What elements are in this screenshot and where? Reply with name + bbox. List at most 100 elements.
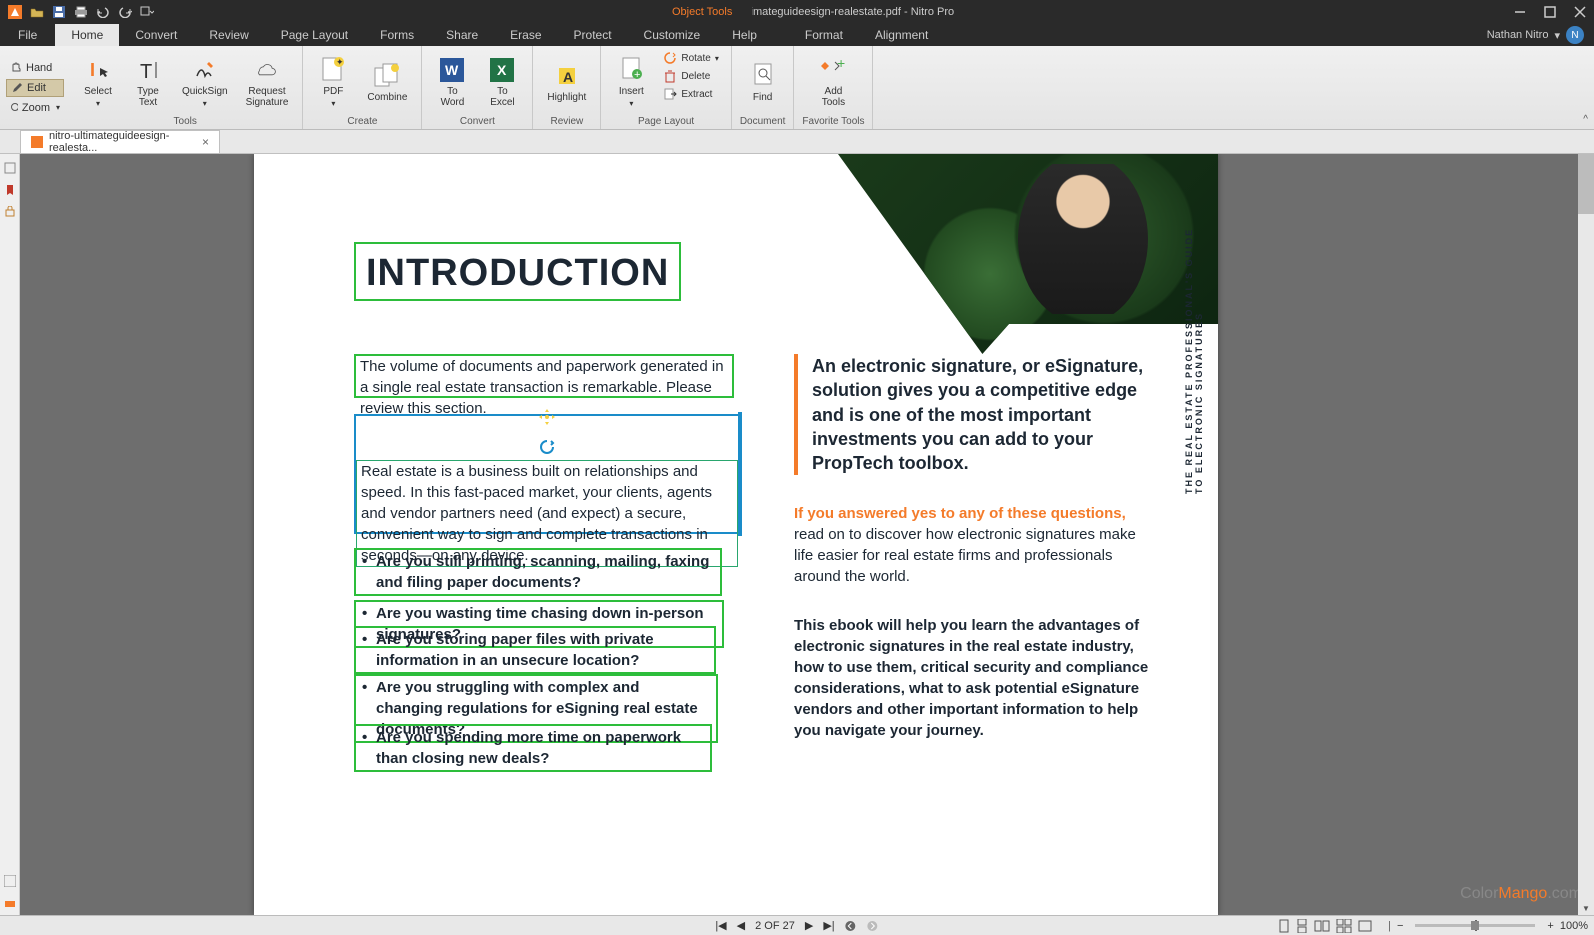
close-tab-icon[interactable]: × bbox=[202, 135, 209, 149]
print-icon[interactable] bbox=[74, 5, 88, 19]
zoom-in-icon[interactable]: + bbox=[1547, 920, 1553, 932]
main-area: INTRODUCTION The volume of documents and… bbox=[0, 154, 1594, 915]
vertical-scrollbar[interactable]: ▲ ▼ bbox=[1578, 154, 1594, 915]
tab-home[interactable]: Home bbox=[55, 24, 119, 46]
tab-file[interactable]: File bbox=[0, 24, 55, 46]
redo-dropdown-icon[interactable] bbox=[118, 5, 132, 19]
svg-text:A: A bbox=[563, 69, 573, 85]
cloud-sign-icon bbox=[253, 56, 281, 84]
body-paragraph-1[interactable]: read on to discover how electronic signa… bbox=[794, 524, 1152, 587]
tab-protect[interactable]: Protect bbox=[558, 24, 628, 46]
tab-convert[interactable]: Convert bbox=[119, 24, 193, 46]
combine-button[interactable]: Combine bbox=[361, 50, 413, 114]
page-navigator: |◀ ◀ 2 OF 27 ▶ ▶| bbox=[715, 919, 878, 932]
document-tabs: nitro-ultimateguideesign-realesta... × bbox=[0, 130, 1594, 154]
maximize-icon[interactable] bbox=[1544, 6, 1556, 18]
pages-panel-icon[interactable] bbox=[4, 162, 16, 174]
bullet-1[interactable]: Are you still printing, scanning, mailin… bbox=[354, 548, 722, 596]
view-controls: | − + 100% bbox=[1278, 919, 1594, 933]
heading-introduction[interactable]: INTRODUCTION bbox=[354, 242, 681, 301]
tab-review[interactable]: Review bbox=[193, 24, 264, 46]
contextual-tab-object-tools[interactable]: Object Tools bbox=[652, 0, 752, 24]
rotate-handle-icon[interactable] bbox=[538, 438, 556, 456]
to-word-button[interactable]: WTo Word bbox=[430, 50, 474, 114]
fullscreen-view-icon[interactable] bbox=[1358, 920, 1372, 932]
save-icon[interactable] bbox=[52, 5, 66, 19]
group-label-page-layout: Page Layout bbox=[638, 114, 694, 130]
scroll-down-icon[interactable]: ▼ bbox=[1578, 901, 1594, 915]
comments-panel-icon[interactable] bbox=[4, 897, 16, 909]
move-cursor-icon[interactable] bbox=[538, 408, 556, 426]
user-menu[interactable]: Nathan Nitro ▾ N bbox=[1487, 24, 1594, 46]
insert-button[interactable]: +Insert▾ bbox=[609, 50, 653, 114]
signatures-panel-icon[interactable] bbox=[4, 206, 16, 218]
tab-page-layout[interactable]: Page Layout bbox=[265, 24, 364, 46]
pull-quote[interactable]: An electronic signature, or eSignature, … bbox=[794, 354, 1152, 475]
rotate-button[interactable]: Rotate ▾ bbox=[659, 50, 722, 66]
left-side-panel bbox=[0, 154, 20, 915]
zoom-slider[interactable] bbox=[1415, 924, 1535, 927]
next-view-icon[interactable] bbox=[867, 920, 879, 932]
group-tools: ISelect▾ TType Text QuickSign▾ Request S… bbox=[68, 46, 303, 129]
group-document: Find Document bbox=[732, 46, 795, 129]
find-button[interactable]: Find bbox=[741, 50, 785, 114]
prev-page-icon[interactable]: ◀ bbox=[737, 919, 745, 932]
ribbon-tabs: File Home Convert Review Page Layout For… bbox=[0, 24, 1594, 46]
attachments-panel-icon[interactable] bbox=[4, 875, 16, 887]
tab-share[interactable]: Share bbox=[430, 24, 494, 46]
add-tools-icon: + bbox=[819, 56, 847, 84]
svg-text:W: W bbox=[445, 62, 459, 78]
page-indicator[interactable]: 2 OF 27 bbox=[755, 920, 795, 932]
scrollbar-thumb[interactable] bbox=[1578, 154, 1594, 214]
tab-help[interactable]: Help bbox=[716, 24, 773, 46]
tab-forms[interactable]: Forms bbox=[364, 24, 430, 46]
close-icon[interactable] bbox=[1574, 6, 1586, 18]
group-favorite-tools: +Add Tools Favorite Tools bbox=[794, 46, 873, 129]
delete-button[interactable]: Delete bbox=[659, 68, 722, 84]
type-text-button[interactable]: TType Text bbox=[126, 50, 170, 114]
bookmarks-panel-icon[interactable] bbox=[4, 184, 16, 196]
first-page-icon[interactable]: |◀ bbox=[715, 919, 726, 932]
tab-customize[interactable]: Customize bbox=[628, 24, 717, 46]
continuous-view-icon[interactable] bbox=[1296, 919, 1308, 933]
open-icon[interactable] bbox=[30, 5, 44, 19]
single-page-view-icon[interactable] bbox=[1278, 919, 1290, 933]
group-page-layout: +Insert▾ Rotate ▾ Delete Extract Page La… bbox=[601, 46, 731, 129]
document-tab[interactable]: nitro-ultimateguideesign-realesta... × bbox=[20, 130, 220, 153]
collapse-ribbon-icon[interactable]: ^ bbox=[1583, 114, 1588, 125]
next-page-icon[interactable]: ▶ bbox=[805, 919, 813, 932]
edit-tool-button[interactable]: Edit bbox=[6, 79, 64, 97]
facing-view-icon[interactable] bbox=[1314, 919, 1330, 933]
last-page-icon[interactable]: ▶| bbox=[823, 919, 834, 932]
to-excel-button[interactable]: XTo Excel bbox=[480, 50, 524, 114]
add-tools-button[interactable]: +Add Tools bbox=[811, 50, 855, 114]
bullet-3[interactable]: Are you storing paper files with private… bbox=[354, 626, 716, 674]
body-paragraph-2[interactable]: This ebook will help you learn the advan… bbox=[794, 615, 1152, 741]
delete-icon bbox=[663, 69, 677, 83]
qat-more-icon[interactable] bbox=[140, 5, 154, 19]
zoom-tool-button[interactable]: Zoom▾ bbox=[6, 100, 64, 116]
selected-text-block[interactable]: Real estate is a business built on relat… bbox=[354, 414, 740, 534]
tab-alignment[interactable]: Alignment bbox=[859, 24, 944, 46]
facing-continuous-view-icon[interactable] bbox=[1336, 919, 1352, 933]
view-mode-panel: Hand Edit Zoom▾ bbox=[0, 46, 68, 129]
bullet-5[interactable]: Are you spending more time on paperwork … bbox=[354, 724, 712, 772]
select-button[interactable]: ISelect▾ bbox=[76, 50, 120, 114]
text-block-intro-volume[interactable]: The volume of documents and paperwork ge… bbox=[354, 354, 734, 398]
hand-tool-button[interactable]: Hand bbox=[6, 60, 64, 76]
zoom-level[interactable]: 100% bbox=[1560, 920, 1588, 932]
prev-view-icon[interactable] bbox=[845, 920, 857, 932]
tab-erase[interactable]: Erase bbox=[494, 24, 557, 46]
zoom-out-icon[interactable]: − bbox=[1397, 920, 1403, 932]
tab-format[interactable]: Format bbox=[789, 24, 859, 46]
undo-icon[interactable] bbox=[96, 5, 110, 19]
pdf-button[interactable]: ✦PDF▾ bbox=[311, 50, 355, 114]
request-signature-button[interactable]: Request Signature bbox=[240, 50, 295, 114]
extract-button[interactable]: Extract bbox=[659, 86, 722, 102]
quicksign-button[interactable]: QuickSign▾ bbox=[176, 50, 234, 114]
zoom-slider-knob[interactable] bbox=[1471, 921, 1479, 930]
orange-lead-text[interactable]: If you answered yes to any of these ques… bbox=[794, 505, 1152, 522]
document-canvas[interactable]: INTRODUCTION The volume of documents and… bbox=[20, 154, 1594, 915]
minimize-icon[interactable] bbox=[1514, 6, 1526, 18]
highlight-button[interactable]: AHighlight bbox=[541, 50, 592, 114]
